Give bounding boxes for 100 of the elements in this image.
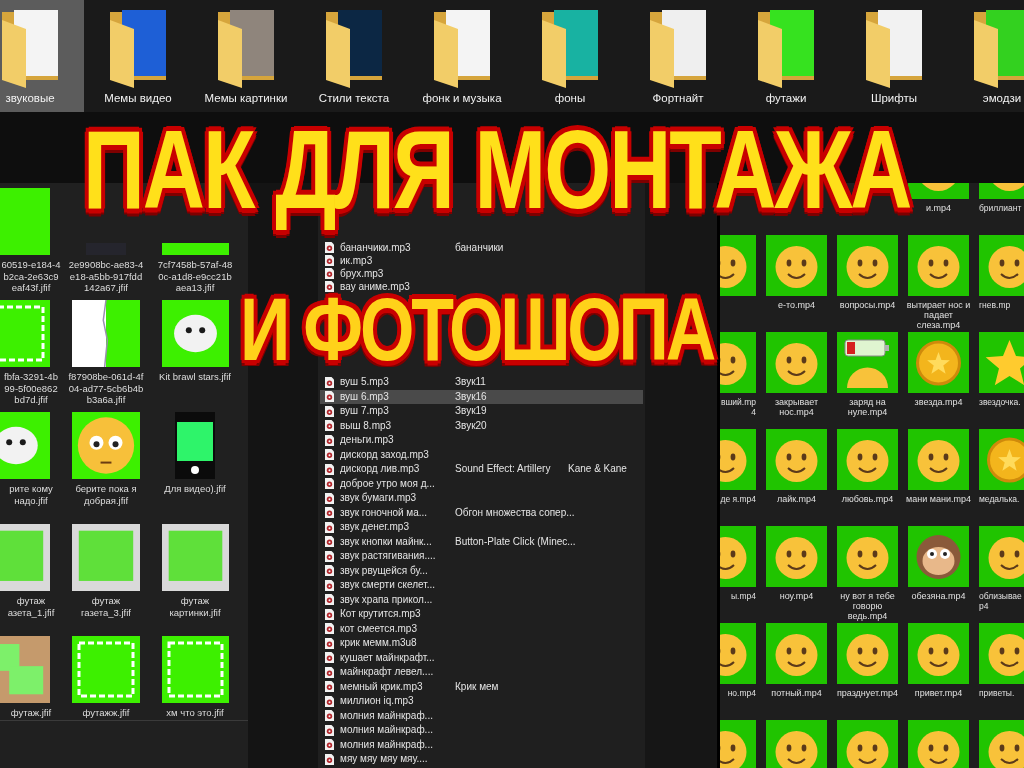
image-thumbnail[interactable] <box>161 243 229 255</box>
file-name[interactable]: берите пока я добрая.jfif <box>66 483 146 506</box>
emoji-thumbnail[interactable] <box>908 183 969 199</box>
emoji-thumbnail[interactable] <box>979 720 1024 768</box>
file-name[interactable]: футажж.jfif <box>66 707 146 719</box>
emoji-thumbnail[interactable] <box>837 720 898 768</box>
track-title: Крик мем <box>455 680 499 693</box>
emoji-thumbnail[interactable] <box>837 235 898 296</box>
file-name[interactable]: потный.mp4 <box>762 688 831 698</box>
file-name[interactable]: ноу.mp4 <box>762 591 831 601</box>
emoji-thumbnail[interactable] <box>766 720 827 768</box>
star-thumbnail[interactable] <box>979 332 1024 393</box>
file-name[interactable]: 2e9908bc-ae83-4 e18-a5bb-917fdd 142a67.jfif <box>66 259 146 294</box>
artist-name: Kane & Kane <box>568 463 627 476</box>
file-name[interactable]: любовь.mp4 <box>833 494 902 504</box>
file-name[interactable]: е-то.mp4 <box>762 300 831 310</box>
image-thumbnail[interactable] <box>161 524 229 591</box>
file-name[interactable]: приветы. <box>979 688 1024 698</box>
file-name[interactable]: лайк.mp4 <box>762 494 831 504</box>
file-name[interactable]: рите кому надо.jfif <box>0 483 62 506</box>
file-name[interactable]: Kit brawl stars.jfif <box>155 371 235 383</box>
coin-thumbnail[interactable] <box>908 332 969 393</box>
audio-file-icon <box>325 507 334 519</box>
file-name[interactable]: вший.mp 4 <box>720 397 756 417</box>
folder-item[interactable]: звуковые <box>0 0 84 112</box>
emoji-thumbnail[interactable] <box>979 526 1024 587</box>
emoji-thumbnail[interactable] <box>908 720 969 768</box>
file-name[interactable]: Для видео).jfif <box>155 483 235 495</box>
image-thumbnail[interactable] <box>72 300 140 367</box>
emoji-thumbnail[interactable] <box>837 526 898 587</box>
image-thumbnail[interactable] <box>72 636 140 703</box>
emoji-thumbnail[interactable] <box>720 720 756 768</box>
file-name[interactable]: обезяна.mp4 <box>904 591 973 601</box>
file-name[interactable]: ы.mp4 <box>720 591 756 601</box>
file-name[interactable]: футаж азета_1.jfif <box>0 595 62 618</box>
file-name: майнкрафт левел.... <box>340 666 434 679</box>
audio-file-icon <box>325 434 334 446</box>
file-name[interactable]: бриллиант <box>979 203 1024 213</box>
file-name[interactable]: 60519-e184-4 b2ca-2e63c9 eaf43f.jfif <box>0 259 62 294</box>
emoji-thumbnail[interactable] <box>720 332 756 393</box>
file-name[interactable]: привет.mp4 <box>904 688 973 698</box>
file-name[interactable]: гнев.mp <box>979 300 1024 310</box>
sticker-thumbnail[interactable] <box>0 412 50 479</box>
emoji-thumbnail[interactable] <box>766 235 827 296</box>
image-thumbnail[interactable] <box>0 188 50 255</box>
battery-emoji-thumbnail[interactable] <box>837 332 898 393</box>
emoji-thumbnail[interactable] <box>908 235 969 296</box>
emoji-thumbnail[interactable] <box>766 332 827 393</box>
file-name[interactable]: 7cf7458b-57af-48 0c-a1d8-e9cc21b aea13.jfif <box>155 259 235 294</box>
image-thumbnail[interactable] <box>72 524 140 591</box>
file-name[interactable]: хм что это.jfif <box>155 707 235 719</box>
image-thumbnail[interactable] <box>0 636 50 703</box>
emoji-thumbnail[interactable] <box>72 412 140 479</box>
file-name[interactable]: облизывае р4 <box>979 591 1024 611</box>
emoji-thumbnail[interactable] <box>766 526 827 587</box>
file-name[interactable]: звезда.mp4 <box>904 397 973 407</box>
file-name[interactable]: ну вот я тебе говорю ведь.mp4 <box>833 591 902 621</box>
sticker-thumbnail[interactable] <box>161 300 229 367</box>
file-name[interactable]: медалька. <box>979 494 1024 504</box>
coin-thumbnail[interactable] <box>979 429 1024 490</box>
image-thumbnail[interactable] <box>0 524 50 591</box>
file-name[interactable]: вопросы.mp4 <box>833 300 902 310</box>
file-name[interactable]: закрывает нос.mp4 <box>762 397 831 417</box>
audio-file-icon <box>325 268 334 279</box>
file-name[interactable]: футаж газета_3.jfif <box>66 595 146 618</box>
file-name[interactable]: но.mp4 <box>720 688 756 698</box>
file-name[interactable]: де я.mp4 <box>720 494 756 504</box>
emoji-thumbnail[interactable] <box>908 623 969 684</box>
file-name[interactable]: f87908be-061d-4f 04-ad77-5cb6b4b b3a6a.jfif <box>66 371 146 406</box>
track-title: Звук19 <box>455 405 487 418</box>
emoji-thumbnail[interactable] <box>720 235 756 296</box>
file-name[interactable]: заряд на нуле.mp4 <box>833 397 902 417</box>
audio-file-icon <box>325 594 334 606</box>
image-thumbnail[interactable] <box>161 636 229 703</box>
emoji-thumbnail[interactable] <box>979 183 1024 199</box>
file-name[interactable]: празднует.mp4 <box>833 688 902 698</box>
emoji-thumbnail[interactable] <box>979 623 1024 684</box>
emoji-thumbnail[interactable] <box>720 623 756 684</box>
emoji-thumbnail[interactable] <box>837 429 898 490</box>
track-title: Звук20 <box>455 419 487 432</box>
file-name[interactable]: футаж.jfif <box>0 707 62 719</box>
emoji-thumbnail[interactable] <box>979 235 1024 296</box>
audio-file-icon <box>325 623 334 635</box>
file-name[interactable]: вытирает нос и падает слеза.mp4 <box>904 300 973 330</box>
emoji-thumbnail[interactable] <box>720 526 756 587</box>
monkey-emoji-thumbnail[interactable] <box>908 526 969 587</box>
emoji-thumbnail[interactable] <box>908 429 969 490</box>
emoji-thumbnail[interactable] <box>720 429 756 490</box>
image-thumbnail[interactable] <box>0 300 50 367</box>
audio-file-icon <box>325 695 334 707</box>
file-name: брух.mp3 <box>340 267 384 280</box>
file-name[interactable]: звездочка. <box>979 397 1024 407</box>
file-name[interactable]: футаж картинки.jfif <box>155 595 235 618</box>
audio-file-icon <box>325 391 334 403</box>
phone-thumbnail[interactable] <box>175 412 215 479</box>
emoji-thumbnail[interactable] <box>766 623 827 684</box>
emoji-thumbnail[interactable] <box>766 429 827 490</box>
emoji-thumbnail[interactable] <box>837 623 898 684</box>
file-name[interactable]: мани мани.mp4 <box>904 494 973 504</box>
file-name[interactable]: fbfa-3291-4b 99-5f00e862 bd7d.jfif <box>0 371 62 406</box>
